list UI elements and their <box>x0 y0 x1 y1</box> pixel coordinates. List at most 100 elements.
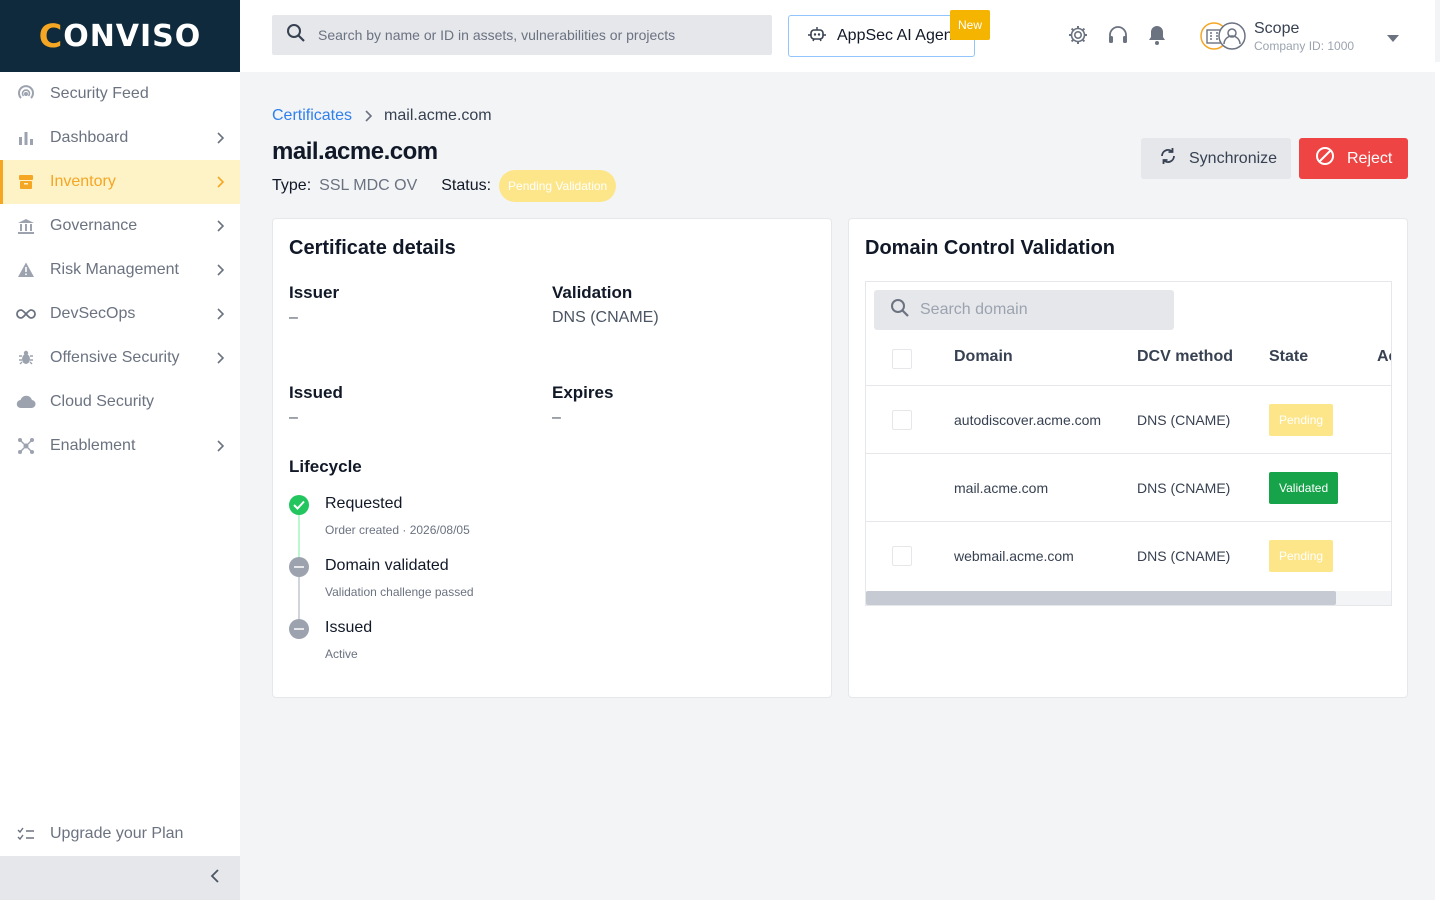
lifecycle-step-sub: Validation challenge passed <box>325 585 474 599</box>
sidebar-item-dashboard[interactable]: Dashboard <box>0 116 240 160</box>
table-row: mail.acme.com DNS (CNAME) Validated <box>866 453 1391 521</box>
check-circle-icon <box>289 495 309 515</box>
chevron-left-icon <box>210 868 220 888</box>
breadcrumb: Certificates mail.acme.com <box>272 107 492 125</box>
sidebar-item-label: Risk Management <box>50 261 179 278</box>
scrollbar-thumb[interactable] <box>866 591 1336 605</box>
chevron-right-icon <box>212 262 228 278</box>
global-search-input[interactable] <box>318 27 748 43</box>
domain-control-validation-card: Domain Control Validation Domain DCV met… <box>848 218 1408 698</box>
upgrade-plan-label: Upgrade your Plan <box>50 825 184 842</box>
column-header-actions[interactable]: Actions <box>1377 348 1391 366</box>
chevron-right-icon <box>212 306 228 322</box>
table-row: webmail.acme.com DNS (CNAME) Pending <box>866 521 1391 589</box>
sidebar-item-label: Enablement <box>50 437 136 454</box>
sidebar-item-label: Security Feed <box>50 85 149 102</box>
column-header-state[interactable]: State <box>1269 348 1308 366</box>
sidebar-item-enablement[interactable]: Enablement <box>0 424 240 468</box>
reject-label: Reject <box>1347 149 1393 167</box>
sidebar-item-devsecops[interactable]: DevSecOps <box>0 292 240 336</box>
chevron-right-icon <box>364 110 373 122</box>
domain-cell: mail.acme.com <box>954 480 1049 496</box>
select-all-checkbox[interactable] <box>892 349 912 369</box>
scope-selector[interactable]: Scope Company ID: 1000 <box>1200 18 1354 54</box>
scope-name: Scope <box>1254 19 1300 37</box>
conviso-logo[interactable]: C ONVISO <box>39 17 202 55</box>
table-horizontal-scrollbar[interactable] <box>866 591 1391 605</box>
row-checkbox[interactable] <box>892 410 912 430</box>
state-badge: Validated <box>1269 472 1339 504</box>
global-search <box>272 15 772 55</box>
sidebar-item-risk-management[interactable]: Risk Management <box>0 248 240 292</box>
scope-company-id: Company ID: 1000 <box>1254 38 1355 53</box>
minus-circle-icon <box>289 619 309 639</box>
sidebar-item-offensive-security[interactable]: Offensive Security <box>0 336 240 380</box>
chevron-right-icon <box>212 350 228 366</box>
sync-icon <box>1159 147 1177 170</box>
validation-label: Validation <box>552 283 633 302</box>
domain-cell: autodiscover.acme.com <box>954 412 1102 428</box>
settings-button[interactable] <box>1067 24 1089 51</box>
scope-text: Scope Company ID: 1000 <box>1254 20 1354 53</box>
gear-icon <box>1067 24 1089 51</box>
breadcrumb-current: mail.acme.com <box>384 107 492 124</box>
scope-dropdown-toggle[interactable] <box>1386 30 1400 48</box>
sidebar-item-governance[interactable]: Governance <box>0 204 240 248</box>
reject-button[interactable]: Reject <box>1299 138 1408 179</box>
certificate-meta: Type: SSL MDC OV Status: Pending Validat… <box>272 170 617 202</box>
user-icon <box>1218 22 1246 55</box>
sidebar: C ONVISO Security Feed Dashboard Inventor… <box>0 0 240 900</box>
search-icon <box>286 23 306 48</box>
logo-bar: C ONVISO <box>0 0 240 72</box>
bank-icon <box>16 216 36 236</box>
type-value: SSL MDC OV <box>319 177 418 194</box>
chevron-right-icon <box>212 218 228 234</box>
sidebar-item-label: Inventory <box>50 173 116 190</box>
sidebar-item-label: Cloud Security <box>50 393 155 410</box>
search-icon <box>890 298 910 323</box>
sidebar-item-cloud-security[interactable]: Cloud Security <box>0 380 240 424</box>
upgrade-plan-link[interactable]: Upgrade your Plan <box>0 812 240 856</box>
caret-down-icon <box>1386 30 1400 47</box>
dcv-method-cell: DNS (CNAME) <box>1137 480 1231 496</box>
column-header-dcv-method[interactable]: DCV method <box>1137 348 1233 366</box>
dcv-method-cell: DNS (CNAME) <box>1137 548 1231 564</box>
chevron-right-icon <box>212 438 228 454</box>
lifecycle-step-sub: Active <box>325 647 358 661</box>
type-label: Type: <box>272 177 312 194</box>
status-badge: Pending Validation <box>499 170 617 202</box>
sidebar-item-security-feed[interactable]: Security Feed <box>0 72 240 116</box>
appsec-ai-agent-button[interactable]: AppSec AI Agent <box>788 15 975 57</box>
row-checkbox[interactable] <box>892 546 912 566</box>
checklist-icon <box>16 824 36 844</box>
warning-icon <box>16 260 36 280</box>
minus-circle-icon <box>289 557 309 577</box>
lifecycle-step-sub: Order created · 2026/08/05 <box>325 523 470 537</box>
domain-cell: webmail.acme.com <box>954 548 1074 564</box>
cloud-icon <box>16 392 36 412</box>
bug-icon <box>16 348 36 368</box>
issued-value: – <box>289 409 298 426</box>
issuer-label: Issuer <box>289 283 340 302</box>
sidebar-item-inventory[interactable]: Inventory <box>0 160 240 204</box>
collapse-sidebar-button[interactable] <box>0 856 240 900</box>
column-header-domain[interactable]: Domain <box>954 348 1013 366</box>
lifecycle-step-name: Requested <box>325 495 403 512</box>
sidebar-item-label: DevSecOps <box>50 305 136 322</box>
issued-label: Issued <box>289 383 343 402</box>
support-button[interactable] <box>1107 25 1129 48</box>
issuer-value: – <box>289 309 298 326</box>
notifications-button[interactable] <box>1146 25 1168 48</box>
chevron-right-icon <box>212 174 228 190</box>
certificate-details-title: Certificate details <box>289 237 456 259</box>
domain-search-input[interactable] <box>920 301 1160 319</box>
sidebar-nav: Security Feed Dashboard Inventory Govern… <box>0 72 240 468</box>
breadcrumb-certificates-link[interactable]: Certificates <box>272 107 352 125</box>
radar-icon <box>16 84 36 104</box>
synchronize-button[interactable]: Synchronize <box>1141 138 1291 179</box>
archive-icon <box>16 172 36 192</box>
page-scrollbar[interactable] <box>1435 62 1440 900</box>
new-badge: New <box>950 10 990 40</box>
lifecycle-title: Lifecycle <box>289 457 362 476</box>
network-icon <box>16 436 36 456</box>
